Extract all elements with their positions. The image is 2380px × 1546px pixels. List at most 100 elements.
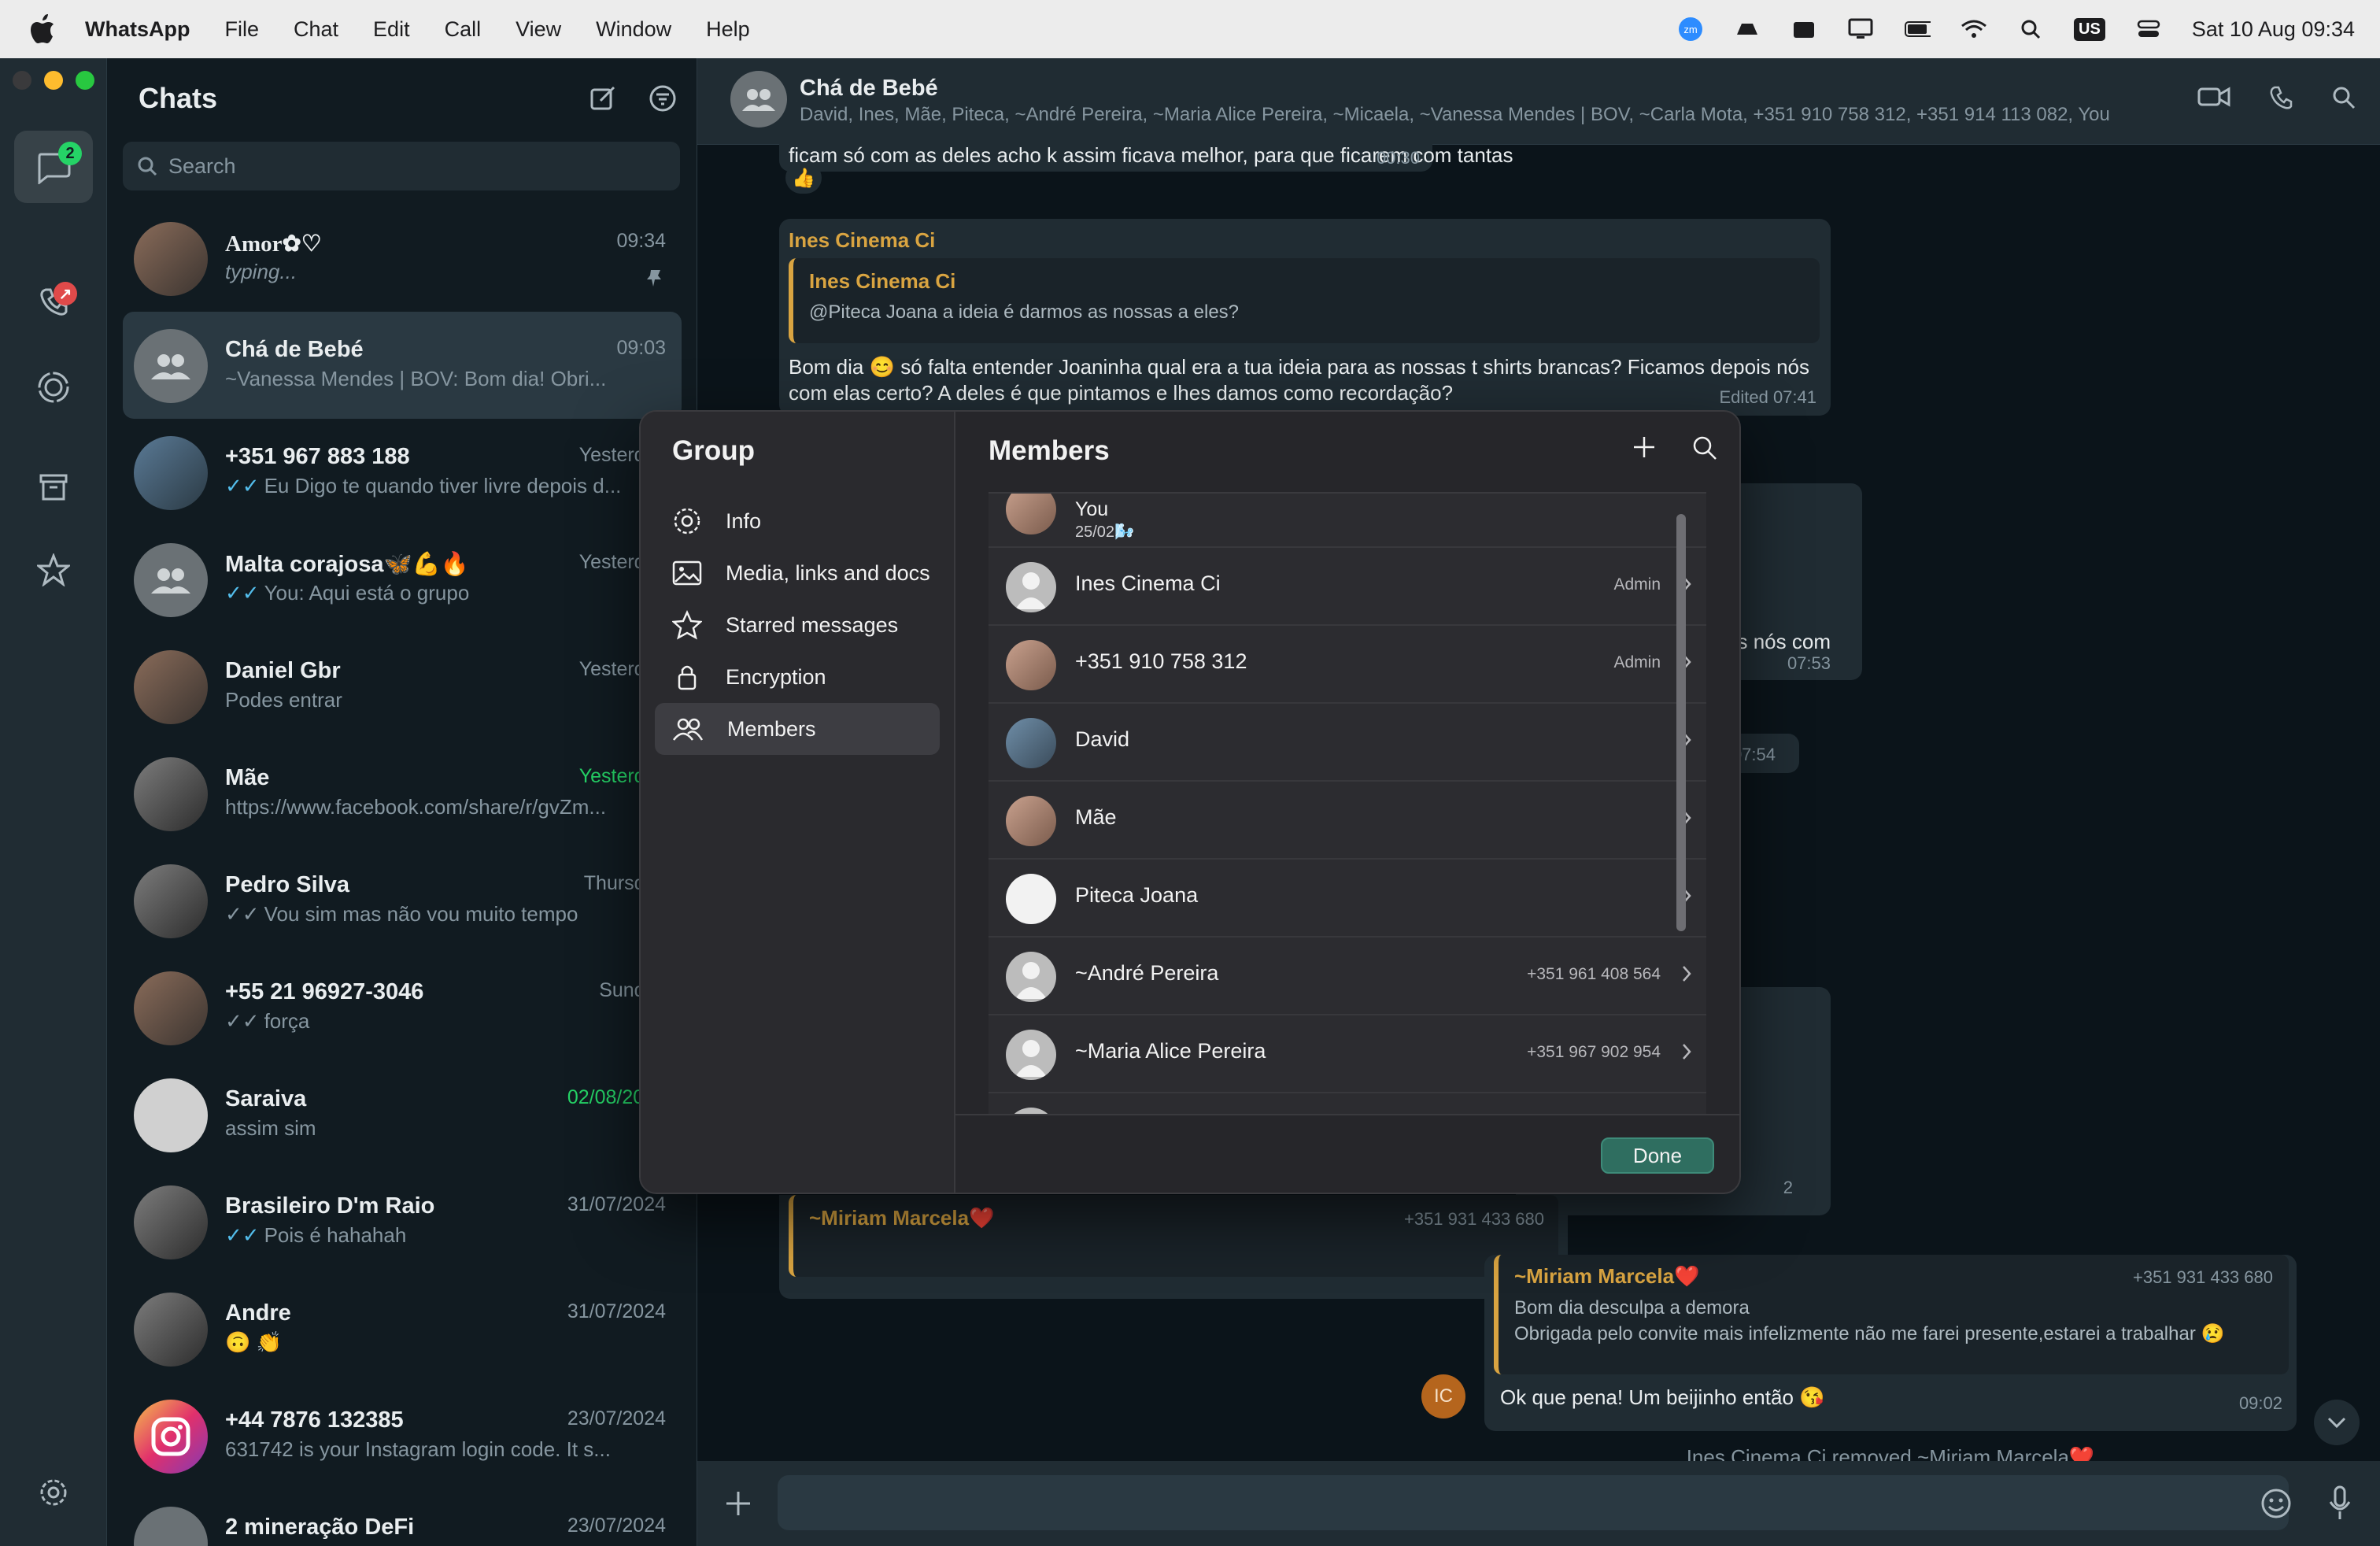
chat-list-item[interactable]: 2 mineração DeFi 23/07/2024 <box>123 1489 682 1546</box>
close-window-button[interactable] <box>13 71 31 90</box>
chevron-right-icon <box>1683 966 1691 982</box>
member-row[interactable]: David <box>989 704 1706 782</box>
search-messages-icon[interactable] <box>2331 85 2356 110</box>
quoted-message[interactable]: ~Miriam Marcela❤️ +351 931 433 680 <box>789 1195 1558 1277</box>
conversation-header[interactable]: Chá de Bebé David, Ines, Mãe, Piteca, ~A… <box>697 58 2380 145</box>
wifi-icon[interactable] <box>1961 17 1987 41</box>
search-input[interactable]: Search <box>123 142 680 190</box>
menu-view[interactable]: View <box>516 17 561 42</box>
game-icon[interactable] <box>1734 17 1761 41</box>
members-list[interactable]: You 25/02🌬️ Ines Cinema Ci Admin +351 91… <box>989 492 1706 1114</box>
apple-icon[interactable] <box>30 13 61 45</box>
message-input[interactable] <box>778 1475 2289 1530</box>
zoom-icon[interactable]: zm <box>1677 17 1704 41</box>
chat-list-item[interactable]: Brasileiro D'm Raio ✓✓ Pois é hahahah 31/… <box>123 1168 682 1275</box>
microphone-icon[interactable] <box>2328 1485 2352 1521</box>
control-center-icon[interactable] <box>2135 17 2162 41</box>
rail-calls-button[interactable]: ↗ <box>14 266 93 338</box>
chat-time: 31/07/2024 <box>567 1300 666 1322</box>
member-row[interactable]: ~Maria Alice Pereira +351 967 902 954 <box>989 1015 1706 1093</box>
done-button[interactable]: Done <box>1601 1137 1714 1174</box>
conversation-title: Chá de Bebé <box>800 76 938 101</box>
reaction-badge[interactable]: 👍 <box>785 162 822 194</box>
battery-icon[interactable] <box>1904 17 1931 41</box>
chat-list-item[interactable]: Pedro Silva ✓✓ Vou sim mas não vou muito … <box>123 847 682 954</box>
chat-list-item[interactable]: Andre 🙃 👏 31/07/2024 <box>123 1275 682 1382</box>
member-row-you[interactable]: You 25/02🌬️ <box>989 494 1706 548</box>
display-icon[interactable] <box>1847 17 1874 41</box>
new-chat-icon[interactable] <box>589 85 616 112</box>
clipboard-icon[interactable] <box>1791 17 1817 41</box>
member-row[interactable]: ~André Pereira +351 961 408 564 <box>989 938 1706 1015</box>
member-status: 25/02🌬️ <box>1075 523 1134 541</box>
chat-name: Mãe <box>225 765 270 790</box>
message-time: 00:30 <box>1376 148 1420 168</box>
avatar <box>134 864 208 938</box>
chat-name: +55 21 96927-3046 <box>225 979 424 1004</box>
filter-icon[interactable] <box>649 85 676 112</box>
message-bubble[interactable]: Ines Cinema Ci Ines Cinema Ci @Piteca Jo… <box>779 219 1831 416</box>
spotlight-search-icon[interactable] <box>2017 17 2044 41</box>
menu-file[interactable]: File <box>224 17 259 42</box>
scroll-down-button[interactable] <box>2314 1400 2360 1445</box>
rail-starred-button[interactable] <box>14 534 93 606</box>
chat-list-item[interactable]: +351 967 883 188 ✓✓ Eu Digo te quando tiv… <box>123 419 682 526</box>
dialog-menu-encryption[interactable]: Encryption <box>655 651 940 703</box>
dialog-menu-starred[interactable]: Starred messages <box>655 599 940 651</box>
status-icon <box>38 372 69 403</box>
chat-list-item[interactable]: +55 21 96927-3046 ✓✓ força Sunday <box>123 954 682 1061</box>
chat-list-item[interactable]: Daniel Gbr Podes entrar Yesterday <box>123 633 682 740</box>
chat-preview: https://www.facebook.com/share/r/gvZm... <box>225 795 607 819</box>
menu-window[interactable]: Window <box>596 17 671 42</box>
menu-edit[interactable]: Edit <box>373 17 410 42</box>
chat-list-item[interactable]: +44 7876 132385 631742 is your Instagram… <box>123 1382 682 1489</box>
group-avatar[interactable] <box>730 71 787 128</box>
quoted-message[interactable]: Ines Cinema Ci @Piteca Joana a ideia é d… <box>789 258 1820 343</box>
search-members-icon[interactable] <box>1692 435 1717 460</box>
rail-chats-button[interactable]: 2 <box>14 131 93 203</box>
member-row[interactable] <box>989 1093 1706 1114</box>
voice-call-icon[interactable] <box>2268 85 2293 110</box>
minimize-window-button[interactable] <box>44 71 63 90</box>
zoom-window-button[interactable] <box>76 71 94 90</box>
chat-list-item[interactable]: Chá de Bebé ~Vanessa Mendes | BOV: Bom d… <box>123 312 682 419</box>
member-row[interactable]: Mãe <box>989 782 1706 860</box>
message-bubble[interactable]: ficam só com as deles acho k assim ficav… <box>779 140 1513 172</box>
member-name: ~André Pereira <box>1075 961 1219 985</box>
rail-status-button[interactable] <box>14 351 93 423</box>
quoted-message[interactable]: ~Miriam Marcela❤️ +351 931 433 680 Bom d… <box>1494 1255 2289 1374</box>
dialog-menu-members[interactable]: Members <box>655 703 940 755</box>
chat-time: 23/07/2024 <box>567 1515 666 1537</box>
search-icon <box>138 157 157 176</box>
menu-chat[interactable]: Chat <box>294 17 338 42</box>
dialog-menu-info[interactable]: Info <box>655 495 940 547</box>
group-icon <box>742 89 775 111</box>
message-text: Ok que pena! Um beijinho então 😘 <box>1500 1385 1825 1409</box>
menu-help[interactable]: Help <box>706 17 750 42</box>
search-placeholder: Search <box>168 153 236 178</box>
rail-archive-button[interactable] <box>14 450 93 523</box>
member-row[interactable]: Piteca Joana <box>989 860 1706 938</box>
message-bubble[interactable]: ~Miriam Marcela❤️ +351 931 433 680 <box>779 1195 1568 1299</box>
video-call-icon[interactable] <box>2197 85 2230 109</box>
member-row[interactable]: Ines Cinema Ci Admin <box>989 548 1706 626</box>
member-row[interactable]: +351 910 758 312 Admin <box>989 626 1706 704</box>
chat-list-item[interactable]: Amor✿♡ typing... 09:34 <box>123 205 682 312</box>
menu-app-name[interactable]: WhatsApp <box>85 17 190 42</box>
rail-settings-button[interactable] <box>14 1456 93 1529</box>
emoji-icon[interactable] <box>2260 1488 2292 1519</box>
chat-list-item[interactable]: Mãe https://www.facebook.com/share/r/gvZ… <box>123 740 682 847</box>
chat-list-item[interactable]: Malta corajosa🦋💪🔥 ✓✓ You: Aqui está o gru… <box>123 526 682 633</box>
menu-call[interactable]: Call <box>445 17 482 42</box>
add-member-icon[interactable] <box>1632 435 1656 459</box>
message-bubble[interactable]: ~Miriam Marcela❤️ +351 931 433 680 Bom d… <box>1484 1255 2297 1431</box>
menubar-clock[interactable]: Sat 10 Aug 09:34 <box>2192 17 2355 42</box>
group-info-dialog: Group Info Media, links and docs Starred… <box>639 410 1741 1194</box>
input-source-badge[interactable]: US <box>2074 17 2105 41</box>
chat-list-item[interactable]: Saraiva assim sim 02/08/2024 <box>123 1061 682 1168</box>
sender-avatar[interactable]: IC <box>1421 1374 1465 1418</box>
dialog-menu-media[interactable]: Media, links and docs <box>655 547 940 599</box>
read-ticks-icon: ✓✓ <box>225 581 260 605</box>
members-scrollbar[interactable] <box>1676 514 1686 931</box>
attach-plus-icon[interactable] <box>724 1489 752 1518</box>
